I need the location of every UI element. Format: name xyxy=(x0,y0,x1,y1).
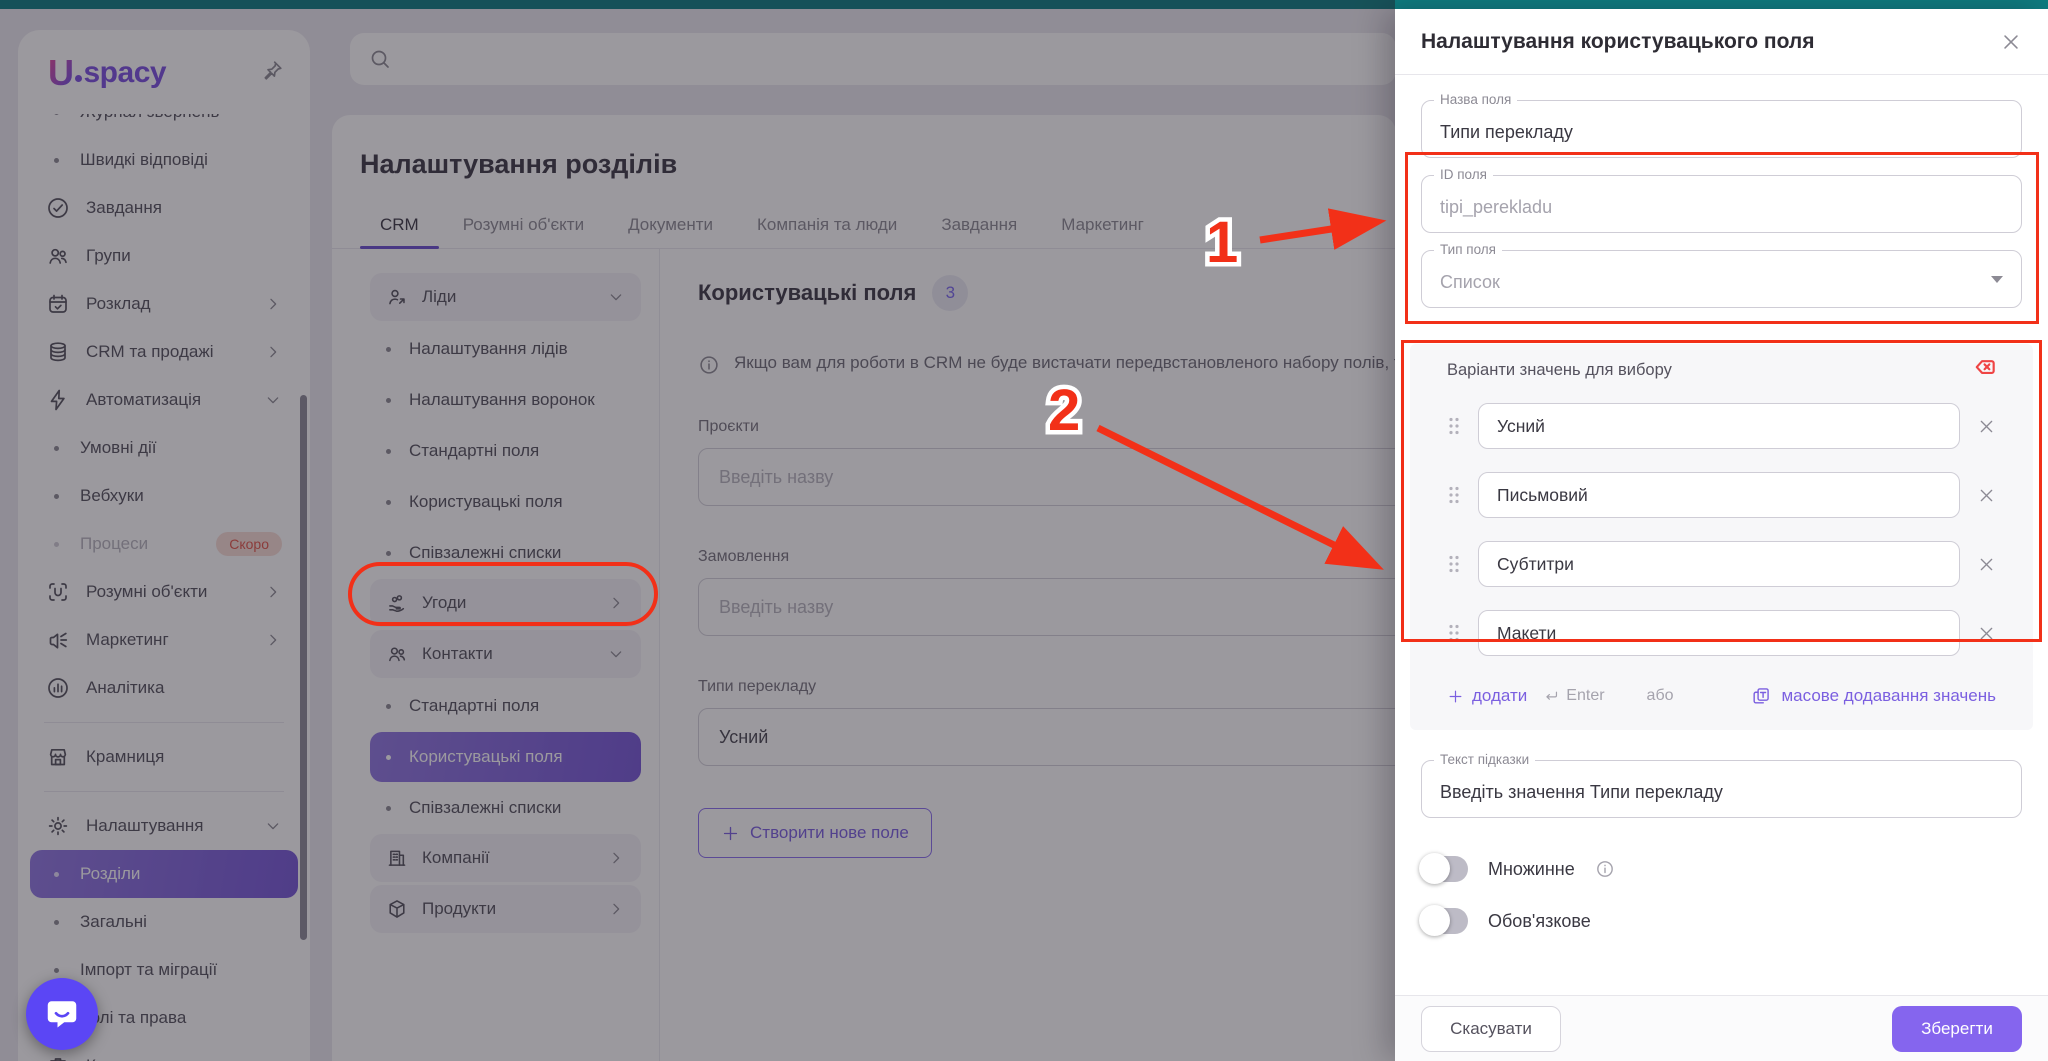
remove-option-icon[interactable] xyxy=(1977,417,1996,436)
toggle-row-multiple: Множинне xyxy=(1419,853,2022,884)
modal-overlay[interactable] xyxy=(0,0,1395,1061)
enter-hint: Enter xyxy=(1543,687,1605,705)
chat-icon xyxy=(47,1001,77,1028)
options-label: Варіанти значень для вибору xyxy=(1447,361,1672,379)
field-type-select[interactable]: Тип поля Список xyxy=(1421,242,2022,308)
toggle-multiple[interactable] xyxy=(1419,853,1468,884)
toggle-required[interactable] xyxy=(1419,905,1468,936)
option-input-4[interactable]: Макети xyxy=(1478,610,1960,656)
add-option-button[interactable]: додати xyxy=(1447,686,1527,706)
add-option-row: додати Enter або масове додавання значен… xyxy=(1447,686,1996,706)
field-id-value: tipi_perekladu xyxy=(1440,196,1553,217)
panel-footer: Скасувати Зберегти xyxy=(1395,995,2048,1061)
plus-icon xyxy=(1447,688,1464,705)
field-name-value: Типи перекладу xyxy=(1440,121,1573,142)
cancel-button[interactable]: Скасувати xyxy=(1421,1005,1561,1052)
toggle-label: Множинне xyxy=(1488,858,1575,879)
panel-body: Назва поля Типи перекладу ID поля tipi_p… xyxy=(1395,75,2048,995)
option-input-2[interactable]: Письмовий xyxy=(1478,472,1960,518)
panel-title: Налаштування користувацького поля xyxy=(1421,29,1815,53)
option-input-1[interactable]: Усний xyxy=(1478,403,1960,449)
remove-option-icon[interactable] xyxy=(1977,555,1996,574)
hint-text-input[interactable]: Текст підказки Введіть значення Типи пер… xyxy=(1421,752,2022,818)
drag-handle-icon[interactable] xyxy=(1447,554,1461,574)
drag-handle-icon[interactable] xyxy=(1447,416,1461,436)
or-label: або xyxy=(1646,687,1674,704)
panel-header: Налаштування користувацького поля xyxy=(1395,9,2048,75)
clear-options-icon[interactable] xyxy=(1969,356,2001,387)
field-id-label: ID поля xyxy=(1434,167,1493,182)
remove-option-icon[interactable] xyxy=(1977,624,1996,643)
option-input-3[interactable]: Субтитри xyxy=(1478,541,1960,587)
info-icon xyxy=(1595,859,1615,879)
toggle-label: Обов'язкове xyxy=(1488,910,1591,931)
save-button[interactable]: Зберегти xyxy=(1892,1005,2022,1052)
drag-handle-icon[interactable] xyxy=(1447,485,1461,505)
remove-option-icon[interactable] xyxy=(1977,486,1996,505)
option-row-4: Макети xyxy=(1447,610,1996,656)
drag-handle-icon[interactable] xyxy=(1447,623,1461,643)
app: Uspacy Журнал зверненьШвидкі відповідіЗа… xyxy=(0,0,2048,1061)
hint-text-value: Введіть значення Типи перекладу xyxy=(1440,781,1723,802)
field-name-input[interactable]: Назва поля Типи перекладу xyxy=(1421,92,2022,158)
close-icon[interactable] xyxy=(2000,31,2022,53)
dropdown-arrow-icon xyxy=(1991,276,2003,283)
bulk-add-button[interactable]: масове додавання значень xyxy=(1751,686,1996,706)
hint-text-label: Текст підказки xyxy=(1434,752,1536,767)
toggles: Множинне Обов'язкове xyxy=(1419,853,2022,936)
bulk-add-icon xyxy=(1751,686,1771,706)
options-list: Усний Письмовий Субтитри Макети xyxy=(1447,403,1996,656)
option-row-3: Субтитри xyxy=(1447,541,1996,587)
option-row-2: Письмовий xyxy=(1447,472,1996,518)
toggle-row-required: Обов'язкове xyxy=(1419,905,2022,936)
field-name-label: Назва поля xyxy=(1434,92,1518,107)
chat-widget-button[interactable] xyxy=(26,978,98,1050)
field-settings-panel: Налаштування користувацького поля Назва … xyxy=(1395,9,2048,1061)
field-id-input[interactable]: ID поля tipi_perekladu xyxy=(1421,167,2022,233)
field-type-value: Список xyxy=(1440,271,1500,292)
field-type-label: Тип поля xyxy=(1434,242,1502,257)
options-section: Варіанти значень для вибору Усний Письмов… xyxy=(1410,344,2033,730)
option-row-1: Усний xyxy=(1447,403,1996,449)
enter-icon xyxy=(1543,688,1560,705)
